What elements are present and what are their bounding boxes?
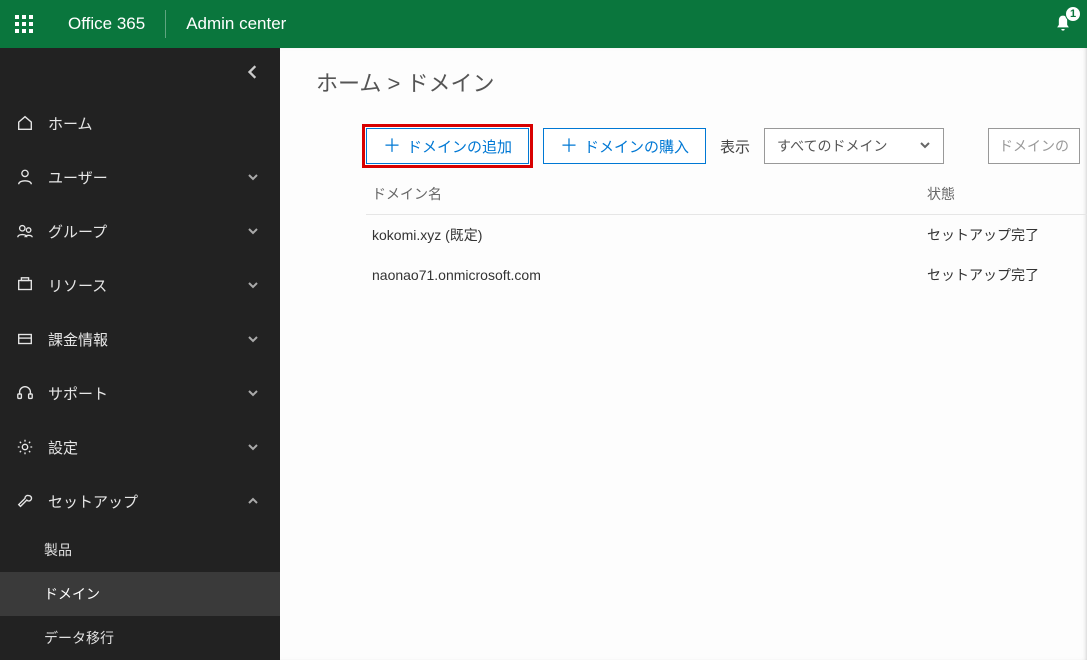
notifications-badge: 1 <box>1065 6 1081 22</box>
button-label: ドメインの追加 <box>407 136 512 157</box>
sidebar-item-home[interactable]: ホーム <box>0 96 280 150</box>
sidebar-label: セットアップ <box>48 491 246 512</box>
sidebar-item-groups[interactable]: グループ <box>0 204 280 258</box>
filter-dropdown[interactable]: すべてのドメイン <box>764 128 944 164</box>
sidebar-subitem-products[interactable]: 製品 <box>0 528 280 572</box>
dropdown-value: すべてのドメイン <box>777 136 887 156</box>
sidebar-label: ユーザー <box>48 167 246 188</box>
sidebar-item-support[interactable]: サポート <box>0 366 280 420</box>
wrench-icon <box>14 492 36 510</box>
cell-name: kokomi.xyz (既定) <box>366 225 927 245</box>
filter-label: 表示 <box>720 136 750 157</box>
sidebar-collapse-button[interactable] <box>0 48 280 96</box>
chevron-down-icon <box>919 138 931 154</box>
cell-status: セットアップ完了 <box>927 265 1087 285</box>
resource-icon <box>14 276 36 294</box>
breadcrumb-current: ドメイン <box>406 71 494 96</box>
table-row[interactable]: naonao71.onmicrosoft.com セットアップ完了 <box>366 255 1087 295</box>
chevron-down-icon <box>246 333 260 345</box>
sidebar-label: グループ <box>48 221 246 242</box>
table-row[interactable]: kokomi.xyz (既定) セットアップ完了 <box>366 215 1087 255</box>
sidebar-label: 設定 <box>48 437 246 458</box>
col-header-status[interactable]: 状態 <box>927 184 1087 204</box>
notifications-button[interactable]: 1 <box>1039 0 1087 48</box>
add-domain-button[interactable]: ＋ ドメインの追加 <box>366 128 529 164</box>
sidebar-item-billing[interactable]: 課金情報 <box>0 312 280 366</box>
col-header-name[interactable]: ドメイン名 <box>366 184 927 204</box>
sidebar-item-resources[interactable]: リソース <box>0 258 280 312</box>
toolbar: ＋ ドメインの追加 ＋ ドメインの購入 表示 すべてのドメイン ドメインの <box>366 128 1087 164</box>
chevron-down-icon <box>246 225 260 237</box>
sidebar-item-setup[interactable]: セットアップ <box>0 474 280 528</box>
app-header: Office 365 Admin center 1 <box>0 0 1087 48</box>
button-label: ドメインの購入 <box>584 136 689 157</box>
sidebar-subitem-data-migration[interactable]: データ移行 <box>0 616 280 660</box>
sidebar-item-users[interactable]: ユーザー <box>0 150 280 204</box>
search-placeholder: ドメインの <box>999 136 1069 156</box>
breadcrumb: ホーム > ドメイン <box>316 66 1087 98</box>
search-input[interactable]: ドメインの <box>988 128 1080 164</box>
support-icon <box>14 384 36 402</box>
chevron-up-icon <box>246 495 260 507</box>
gear-icon <box>14 438 36 456</box>
app-launcher-icon[interactable] <box>0 0 48 48</box>
user-icon <box>14 168 36 186</box>
sidebar-label: データ移行 <box>44 628 260 648</box>
left-sidebar: ホーム ユーザー グループ リソース 課金情報 サポート <box>0 48 280 660</box>
sidebar-label: リソース <box>48 275 246 296</box>
home-icon <box>14 114 36 132</box>
app-subtitle: Admin center <box>166 14 306 34</box>
plus-icon: ＋ <box>383 137 401 155</box>
sidebar-label: ホーム <box>48 113 260 134</box>
chevron-down-icon <box>246 441 260 453</box>
domains-table: ドメイン名 状態 kokomi.xyz (既定) セットアップ完了 naonao… <box>316 184 1087 295</box>
cell-status: セットアップ完了 <box>927 225 1087 245</box>
chevron-down-icon <box>246 279 260 291</box>
group-icon <box>14 222 36 240</box>
billing-icon <box>14 330 36 348</box>
breadcrumb-home[interactable]: ホーム <box>316 71 381 96</box>
main-content: ホーム > ドメイン ＋ ドメインの追加 ＋ ドメインの購入 表示 すべてのドメ… <box>280 48 1087 660</box>
sidebar-label: 課金情報 <box>48 329 246 350</box>
sidebar-label: 製品 <box>44 540 260 560</box>
sidebar-label: サポート <box>48 383 246 404</box>
buy-domain-button[interactable]: ＋ ドメインの購入 <box>543 128 706 164</box>
plus-icon: ＋ <box>560 137 578 155</box>
chevron-down-icon <box>246 171 260 183</box>
breadcrumb-separator: > <box>387 71 400 96</box>
sidebar-item-settings[interactable]: 設定 <box>0 420 280 474</box>
app-title[interactable]: Office 365 <box>48 14 165 34</box>
cell-name: naonao71.onmicrosoft.com <box>366 267 927 283</box>
table-header: ドメイン名 状態 <box>366 184 1087 215</box>
sidebar-label: ドメイン <box>44 584 260 604</box>
chevron-down-icon <box>246 387 260 399</box>
sidebar-subitem-domains[interactable]: ドメイン <box>0 572 280 616</box>
